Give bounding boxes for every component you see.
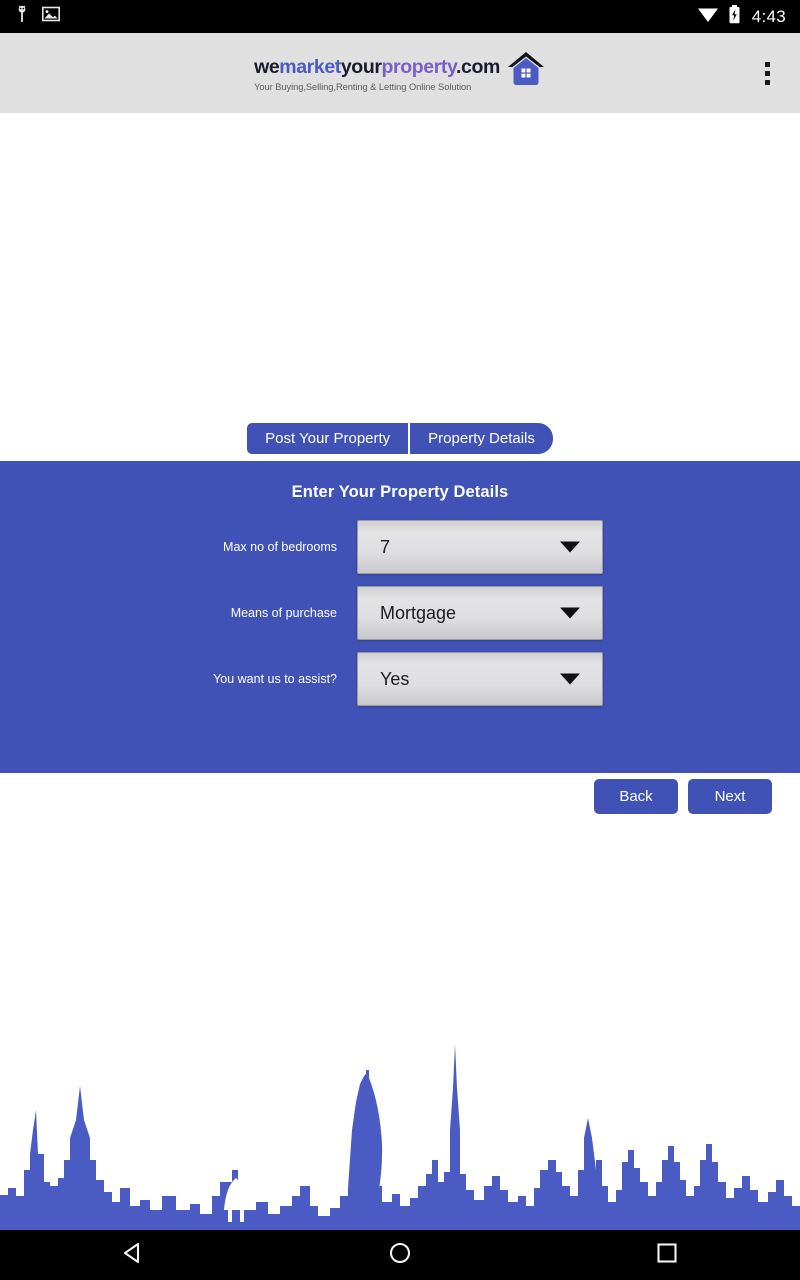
overflow-dot [764, 79, 770, 85]
tab-group: Post Your Property Property Details [247, 423, 553, 454]
status-bar-system-icons: 4:43 [697, 4, 786, 29]
logo-tagline: Your Buying,Selling,Renting & Letting On… [254, 81, 472, 92]
next-button[interactable]: Next [688, 779, 772, 814]
android-nav-bar [0, 1230, 800, 1280]
form-navigation-buttons: Back Next [0, 779, 800, 814]
logo-part-property: property [381, 56, 457, 79]
dropdown-value-bedrooms: 7 [380, 536, 391, 557]
logo-text-block: wemarketyourproperty.com Your Buying,Sel… [254, 54, 500, 92]
android-robot-icon [14, 5, 30, 28]
wifi-icon [697, 5, 719, 28]
tab-bar: Post Your Property Property Details [0, 423, 800, 454]
home-circle-icon[interactable] [388, 1241, 412, 1270]
dropdown-value-assist: Yes [380, 668, 410, 689]
logo-wordmark: wemarketyourproperty.com [254, 58, 500, 78]
back-button[interactable]: Back [594, 779, 678, 814]
page-blank-area [0, 113, 800, 461]
app-screen: 4:43 wemarketyourproperty.com Your Buyin… [0, 0, 800, 1280]
form-row-bedrooms: Max no of bedrooms 7 [0, 520, 800, 574]
chevron-down-icon [560, 673, 580, 685]
label-you-want-us-to-assist: You want us to assist? [213, 672, 337, 686]
dropdown-max-no-of-bedrooms[interactable]: 7 [357, 520, 603, 574]
overflow-dot [764, 61, 770, 67]
tab-post-your-property[interactable]: Post Your Property [247, 423, 409, 454]
logo-part-market: market [279, 56, 341, 79]
nav-recents-slot[interactable] [533, 1242, 800, 1269]
house-icon [506, 50, 546, 90]
site-logo[interactable]: wemarketyourproperty.com Your Buying,Sel… [254, 52, 546, 92]
chevron-down-icon [560, 607, 580, 619]
image-icon [42, 6, 60, 27]
form-row-means-of-purchase: Means of purchase Mortgage [0, 586, 800, 640]
label-means-of-purchase: Means of purchase [230, 606, 337, 620]
logo-part-we: we [254, 56, 280, 79]
more-vert-icon[interactable] [746, 49, 788, 97]
back-triangle-icon[interactable] [120, 1241, 146, 1270]
battery-charging-icon [728, 4, 741, 29]
property-details-form: Enter Your Property Details Max no of be… [0, 461, 800, 773]
label-max-no-of-bedrooms: Max no of bedrooms [223, 540, 337, 554]
form-row-assist: You want us to assist? Yes [0, 652, 800, 706]
dropdown-value-means-of-purchase: Mortgage [380, 602, 457, 623]
tab-property-details[interactable]: Property Details [410, 423, 553, 454]
status-bar-clock: 4:43 [751, 6, 786, 26]
overflow-dot [764, 70, 770, 76]
dropdown-means-of-purchase[interactable]: Mortgage [357, 586, 603, 640]
app-header-bar: wemarketyourproperty.com Your Buying,Sel… [0, 33, 800, 113]
form-title: Enter Your Property Details [291, 483, 509, 501]
chevron-down-icon [560, 541, 580, 553]
status-bar-notifications [14, 5, 60, 28]
logo-part-your: your [340, 56, 382, 79]
nav-home-slot[interactable] [267, 1241, 534, 1270]
dropdown-assist[interactable]: Yes [357, 652, 603, 706]
nav-back-slot[interactable] [0, 1241, 267, 1270]
form-rows: Max no of bedrooms 7 Means of purchase M… [0, 520, 800, 706]
recents-square-icon[interactable] [656, 1242, 678, 1269]
logo-part-dotcom: .com [455, 56, 500, 79]
android-status-bar: 4:43 [0, 0, 800, 33]
dubai-skyline-illustration [0, 1044, 800, 1230]
